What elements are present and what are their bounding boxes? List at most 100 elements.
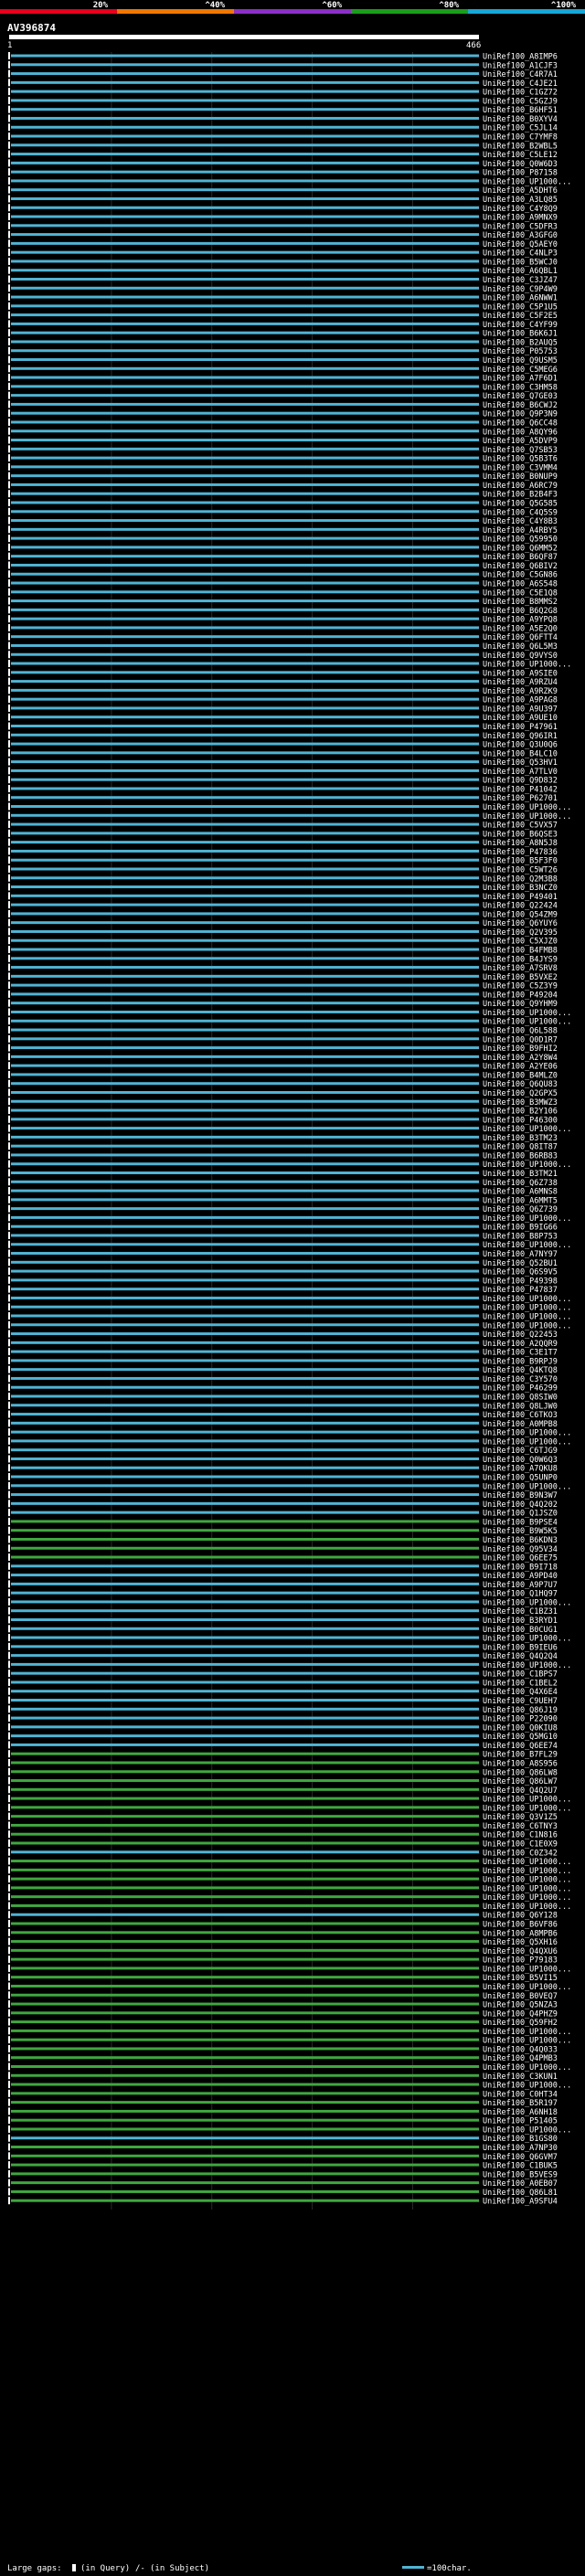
hit-bar[interactable]	[11, 1153, 479, 1157]
hit-label[interactable]: UniRef100_C4Y8B3	[483, 517, 558, 526]
hit-label[interactable]: UniRef100_A6S548	[483, 580, 558, 589]
hit-bar[interactable]	[11, 1779, 479, 1783]
hit-label[interactable]: UniRef100_B5WCJ0	[483, 258, 558, 267]
hit-label[interactable]: UniRef100_Q5XH16	[483, 1938, 558, 1947]
hit-label[interactable]: UniRef100_A6NH18	[483, 2108, 558, 2117]
hit-bar[interactable]	[11, 241, 479, 245]
hit-label[interactable]: UniRef100_UP1000...	[483, 1598, 571, 1607]
hit-bar[interactable]	[11, 822, 479, 826]
hit-bar[interactable]	[11, 1976, 479, 1979]
hit-label[interactable]: UniRef100_A7NY97	[483, 1250, 558, 1259]
hit-label[interactable]: UniRef100_A9MNX9	[483, 214, 558, 223]
hit-label[interactable]: UniRef100_UP1000...	[483, 2125, 571, 2135]
hit-label[interactable]: UniRef100_C7YMF8	[483, 133, 558, 143]
hit-label[interactable]: UniRef100_B5F3F0	[483, 857, 558, 866]
hit-bar[interactable]	[11, 1127, 479, 1130]
hit-label[interactable]: UniRef100_UP1000...	[483, 661, 571, 670]
hit-label[interactable]: UniRef100_P05753	[483, 347, 558, 356]
hit-bar[interactable]	[11, 1903, 479, 1907]
hit-label[interactable]: UniRef100_C5LE12	[483, 151, 558, 160]
hit-bar[interactable]	[11, 1118, 479, 1121]
hit-bar[interactable]	[11, 1413, 479, 1416]
hit-bar[interactable]	[11, 581, 479, 585]
hit-bar[interactable]	[11, 1671, 479, 1675]
hit-bar[interactable]	[11, 1537, 479, 1541]
hit-bar[interactable]	[11, 1823, 479, 1827]
hit-label[interactable]: UniRef100_Q0KIU8	[483, 1723, 558, 1733]
hit-bar[interactable]	[11, 286, 479, 290]
hit-label[interactable]: UniRef100_C4YF99	[483, 321, 558, 330]
hit-label[interactable]: UniRef100_C3VMM4	[483, 463, 558, 472]
hit-bar[interactable]	[11, 170, 479, 174]
hit-bar[interactable]	[11, 519, 479, 523]
hit-label[interactable]: UniRef100_C3E1T7	[483, 1349, 558, 1358]
hit-bar[interactable]	[11, 90, 479, 93]
hit-label[interactable]: UniRef100_Q9D832	[483, 777, 558, 786]
hit-bar[interactable]	[11, 1654, 479, 1658]
hit-bar[interactable]	[11, 1252, 479, 1256]
hit-bar[interactable]	[11, 2189, 479, 2193]
hit-label[interactable]: UniRef100_Q3U0Q6	[483, 741, 558, 750]
hit-label[interactable]: UniRef100_B2WBL5	[483, 142, 558, 151]
hit-bar[interactable]	[11, 1627, 479, 1630]
hit-bar[interactable]	[11, 527, 479, 531]
hit-label[interactable]: UniRef100_C0HT34	[483, 2090, 558, 2099]
hit-label[interactable]: UniRef100_P47836	[483, 848, 558, 857]
hit-label[interactable]: UniRef100_B6QF87	[483, 553, 558, 562]
hit-bar[interactable]	[11, 1636, 479, 1639]
hit-label[interactable]: UniRef100_P79183	[483, 1956, 558, 1966]
hit-bar[interactable]	[11, 63, 479, 67]
hit-bar[interactable]	[11, 769, 479, 772]
hit-label[interactable]: UniRef100_C5GN86	[483, 571, 558, 580]
hit-label[interactable]: UniRef100_UP1000...	[483, 1482, 571, 1491]
hit-bar[interactable]	[11, 787, 479, 790]
hit-label[interactable]: UniRef100_Q5AEY0	[483, 240, 558, 249]
hit-label[interactable]: UniRef100_P49204	[483, 991, 558, 1000]
hit-bar[interactable]	[11, 1609, 479, 1613]
hit-label[interactable]: UniRef100_UP1000...	[483, 1804, 571, 1813]
hit-bar[interactable]	[11, 885, 479, 889]
hit-bar[interactable]	[11, 269, 479, 272]
hit-bar[interactable]	[11, 2038, 479, 2041]
hit-bar[interactable]	[11, 304, 479, 308]
hit-label[interactable]: UniRef100_B3MWZ3	[483, 1098, 558, 1108]
hit-bar[interactable]	[11, 796, 479, 800]
hit-label[interactable]: UniRef100_UP1000...	[483, 1214, 571, 1224]
hit-label[interactable]: UniRef100_Q5UNP0	[483, 1474, 558, 1483]
hit-bar[interactable]	[11, 805, 479, 809]
hit-bar[interactable]	[11, 1680, 479, 1684]
hit-label[interactable]: UniRef100_C5GZJ9	[483, 97, 558, 106]
hit-bar[interactable]	[11, 1957, 479, 1961]
hit-label[interactable]: UniRef100_Q6L5M3	[483, 642, 558, 652]
hit-label[interactable]: UniRef100_Q22453	[483, 1330, 558, 1340]
hit-label[interactable]: UniRef100_Q4Q2U7	[483, 1786, 558, 1796]
hit-label[interactable]: UniRef100_C4R7A1	[483, 70, 558, 80]
hit-label[interactable]: UniRef100_C5F2E5	[483, 312, 558, 321]
hit-bar[interactable]	[11, 420, 479, 424]
hit-label[interactable]: UniRef100_B0VEQ7	[483, 1992, 558, 2001]
hit-bar[interactable]	[11, 1439, 479, 1443]
hit-label[interactable]: UniRef100_Q2GPX5	[483, 1089, 558, 1098]
hit-label[interactable]: UniRef100_UP1000...	[483, 177, 571, 186]
hit-label[interactable]: UniRef100_B5VXE2	[483, 973, 558, 982]
hit-label[interactable]: UniRef100_A7NP30	[483, 2144, 558, 2153]
hit-label[interactable]: UniRef100_C3KUN1	[483, 2072, 558, 2082]
hit-label[interactable]: UniRef100_A9PD40	[483, 1572, 558, 1581]
hit-label[interactable]: UniRef100_A0MPB8	[483, 1420, 558, 1429]
hit-label[interactable]: UniRef100_P41042	[483, 785, 558, 794]
hit-bar[interactable]	[11, 626, 479, 630]
hit-bar[interactable]	[11, 54, 479, 58]
hit-label[interactable]: UniRef100_A6RC79	[483, 482, 558, 491]
hit-bar[interactable]	[11, 2172, 479, 2176]
hit-bar[interactable]	[11, 1913, 479, 1916]
hit-bar[interactable]	[11, 1082, 479, 1086]
hit-label[interactable]: UniRef100_UP1000...	[483, 1312, 571, 1321]
hit-label[interactable]: UniRef100_Q86LW8	[483, 1768, 558, 1777]
hit-label[interactable]: UniRef100_Q8IT87	[483, 1143, 558, 1152]
hit-bar[interactable]	[11, 563, 479, 567]
hit-label[interactable]: UniRef100_Q0W6D3	[483, 160, 558, 169]
hit-label[interactable]: UniRef100_Q95V34	[483, 1545, 558, 1554]
hit-bar[interactable]	[11, 1171, 479, 1174]
hit-label[interactable]: UniRef100_P22090	[483, 1715, 558, 1724]
hit-label[interactable]: UniRef100_B6Q2G8	[483, 607, 558, 616]
